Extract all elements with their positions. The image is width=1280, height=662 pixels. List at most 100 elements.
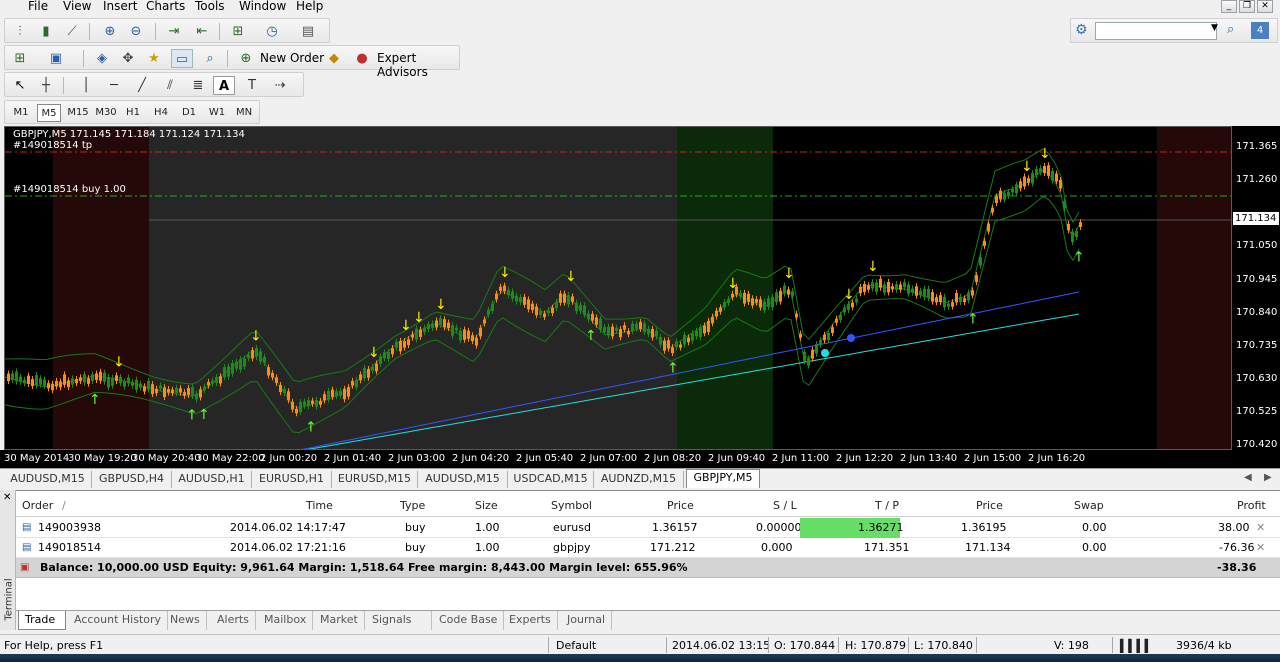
market-watch-icon[interactable]: ◈ xyxy=(91,49,113,68)
order-row[interactable]: ▤ 149018514 2014.06.02 17:21:16 buy 1.00… xyxy=(16,538,1280,558)
col-profit[interactable]: Profit xyxy=(1237,497,1266,515)
col-tp[interactable]: T / P xyxy=(875,497,899,515)
col-size[interactable]: Size xyxy=(475,497,498,515)
chart-tab[interactable]: USDCAD,M15 xyxy=(508,471,594,488)
restore-icon[interactable]: ❐ xyxy=(1239,0,1255,13)
tab-market[interactable]: Market xyxy=(314,611,365,630)
trendline-icon[interactable]: ╱ xyxy=(131,76,153,95)
col-time[interactable]: Time xyxy=(306,497,333,515)
col-sl[interactable]: S / L xyxy=(773,497,797,515)
strategy-tester-icon[interactable]: ⌕ xyxy=(199,49,221,68)
expert-advisors-button[interactable]: Expert Advisors xyxy=(377,51,459,79)
menu-window[interactable]: Window xyxy=(239,0,286,13)
tf-m5[interactable]: M5 xyxy=(37,104,61,122)
notifications-icon[interactable]: 4 xyxy=(1251,22,1269,39)
close-order-icon[interactable]: ✕ xyxy=(1256,518,1265,538)
new-chart-icon[interactable]: ⊞ xyxy=(9,49,31,68)
chart-tab[interactable]: AUDUSD,M15 xyxy=(418,471,508,488)
menu-file[interactable]: File xyxy=(28,0,48,13)
tab-experts[interactable]: Experts xyxy=(503,611,558,630)
tf-h4[interactable]: H4 xyxy=(149,104,173,122)
tab-signals[interactable]: Signals 48 xyxy=(366,611,432,643)
tf-h1[interactable]: H1 xyxy=(121,104,145,122)
autoscroll-icon[interactable]: ⇥ xyxy=(163,22,185,41)
metaeditor-icon[interactable]: ◆ xyxy=(323,49,345,68)
templates-icon[interactable]: ▤ xyxy=(297,22,319,41)
col-swap[interactable]: Swap xyxy=(1074,497,1104,515)
tf-m1[interactable]: M1 xyxy=(9,104,33,122)
vertical-line-icon[interactable]: │ xyxy=(75,76,97,95)
terminal-icon[interactable]: ▭ xyxy=(171,49,193,68)
horizontal-line-icon[interactable]: ─ xyxy=(103,76,125,95)
fibonacci-icon[interactable]: ≣ xyxy=(187,76,209,95)
arrows-icon[interactable]: ⇢ xyxy=(269,76,291,95)
candle-body xyxy=(979,257,982,266)
tab-scroll-left-icon[interactable]: ◀ xyxy=(1244,472,1252,483)
search-dropdown-icon[interactable]: ▼ xyxy=(1211,23,1218,33)
tf-m30[interactable]: M30 xyxy=(93,104,119,122)
navigator-icon[interactable]: ★ xyxy=(143,49,165,68)
menu-charts[interactable]: Charts xyxy=(146,0,185,13)
status-profile[interactable]: Default xyxy=(556,638,596,654)
tf-w1[interactable]: W1 xyxy=(205,104,229,122)
terminal-close-icon[interactable]: ✕ xyxy=(3,492,11,503)
line-chart-icon[interactable]: ⟋ xyxy=(61,22,83,41)
tab-trade[interactable]: Trade xyxy=(18,611,66,630)
time-tick: 30 May 20:40 xyxy=(132,453,201,464)
new-order-icon[interactable]: ⊕ xyxy=(235,49,257,68)
chart-tab[interactable]: GBPUSD,H4 xyxy=(92,471,172,488)
data-window-icon[interactable]: ✥ xyxy=(117,49,139,68)
tab-news[interactable]: News xyxy=(164,611,207,630)
col-order[interactable]: Order xyxy=(22,497,53,515)
tf-m15[interactable]: M15 xyxy=(65,104,91,122)
chart-shift-icon[interactable]: ⇤ xyxy=(191,22,213,41)
tab-code-base[interactable]: Code Base xyxy=(433,611,505,630)
price-chart[interactable]: ↓↓↓↓ ↓↓↓ ↓ ↓↓↓↓↓↓↑↑ ↑↑↑↑↑↑ xyxy=(5,127,1232,450)
chart-tab[interactable]: EURUSD,M15 xyxy=(332,471,418,488)
tab-journal[interactable]: Journal xyxy=(561,611,613,630)
text-tool-icon[interactable]: A xyxy=(213,76,235,95)
tab-account-history[interactable]: Account History xyxy=(68,611,169,630)
connection-bars-icon[interactable]: ▍▍▍▍ xyxy=(1120,638,1154,654)
bar-chart-icon[interactable]: ⫶ xyxy=(9,22,31,41)
menu-help[interactable]: Help xyxy=(296,0,323,13)
expert-advisors-icon[interactable]: ● xyxy=(351,49,373,68)
chart-window[interactable]: ↓ ↓ ↓ ↓ ↓ ↓ ↓ ↓ ↓ ↓ ↓ ↓ ↓ ↓ ↑ ↑ ↑ ↑ ↑ ↑ ↑ ↑ GBPJPY,M5 171.145… xyxy=(4,126,1232,450)
indicators-icon[interactable]: ⊞ xyxy=(227,22,249,41)
search-input[interactable] xyxy=(1095,22,1217,40)
profiles-icon[interactable]: ▣ xyxy=(45,49,67,68)
search-icon[interactable]: ⌕ xyxy=(1227,22,1234,37)
menu-tools[interactable]: Tools xyxy=(195,0,225,13)
col-current-price[interactable]: Price xyxy=(976,497,1003,515)
chart-tab[interactable]: AUDUSD,H1 xyxy=(172,471,252,488)
equidistant-channel-icon[interactable]: ⫽ xyxy=(159,76,181,95)
text-label-icon[interactable]: T xyxy=(241,76,263,95)
tab-mailbox[interactable]: Mailbox xyxy=(258,611,314,630)
chart-tab[interactable]: AUDUSD,M15 xyxy=(4,471,92,488)
menu-insert[interactable]: Insert xyxy=(103,0,137,13)
new-order-button[interactable]: New Order xyxy=(260,51,324,65)
chart-tab[interactable]: EURUSD,H1 xyxy=(252,471,332,488)
tab-scroll-right-icon[interactable]: ▶ xyxy=(1264,472,1272,483)
tab-alerts[interactable]: Alerts xyxy=(211,611,256,630)
tf-mn[interactable]: MN xyxy=(231,104,257,122)
zoom-in-icon[interactable]: ⊕ xyxy=(99,22,121,41)
chart-tab-active[interactable]: GBPJPY,M5 xyxy=(686,469,760,488)
candle-body xyxy=(467,330,470,339)
crosshair-icon[interactable]: ┼ xyxy=(35,76,57,95)
minimize-icon[interactable]: _ xyxy=(1221,0,1237,13)
candlestick-icon[interactable]: ▮ xyxy=(35,22,57,41)
tf-d1[interactable]: D1 xyxy=(177,104,201,122)
order-row[interactable]: ▤ 149003938 2014.06.02 14:17:47 buy 1.00… xyxy=(16,518,1280,538)
close-order-icon[interactable]: ✕ xyxy=(1256,538,1265,558)
col-type[interactable]: Type xyxy=(400,497,425,515)
col-symbol[interactable]: Symbol xyxy=(551,497,592,515)
periods-icon[interactable]: ◷ xyxy=(261,22,283,41)
chart-tab[interactable]: AUDNZD,M15 xyxy=(594,471,684,488)
cursor-icon[interactable]: ↖ xyxy=(9,76,31,95)
settings-gear-icon[interactable]: ⚙ xyxy=(1075,22,1088,38)
col-price[interactable]: Price xyxy=(667,497,694,515)
zoom-out-icon[interactable]: ⊖ xyxy=(125,22,147,41)
menu-view[interactable]: View xyxy=(63,0,91,13)
close-icon[interactable]: ✕ xyxy=(1257,0,1273,13)
